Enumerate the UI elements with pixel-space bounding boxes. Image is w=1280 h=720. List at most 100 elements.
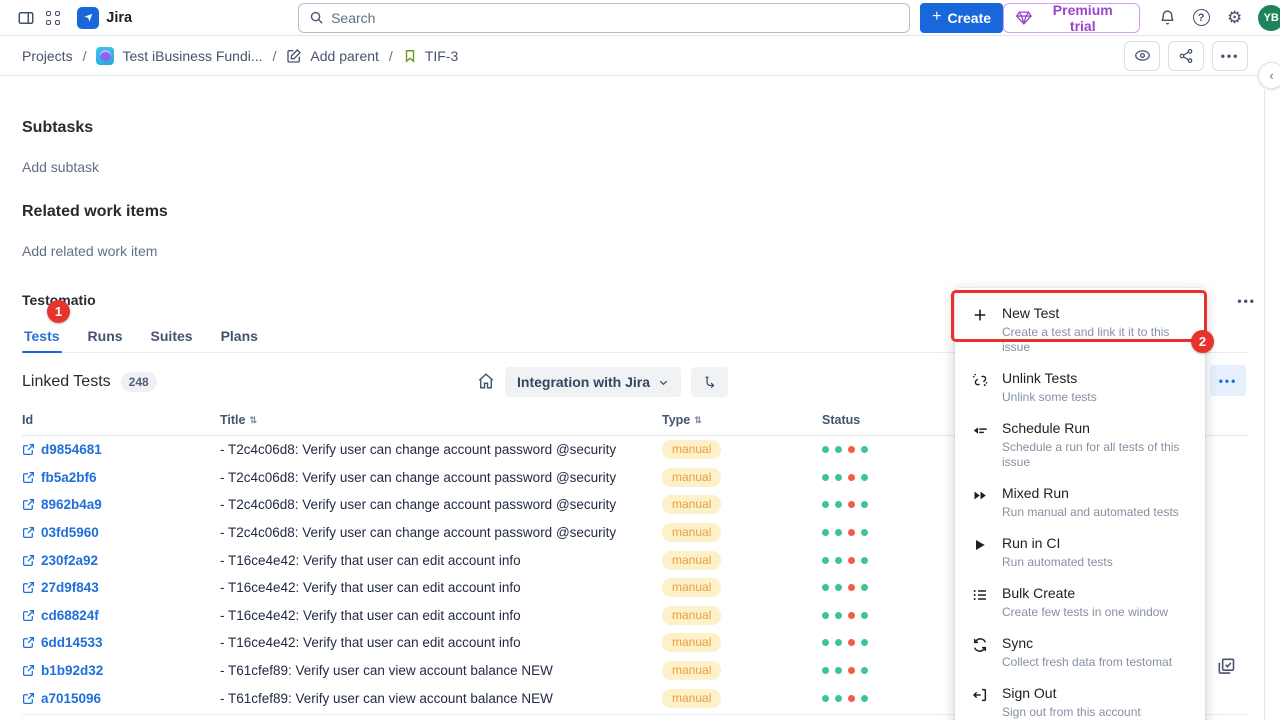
test-title: - T2c4c06d8: Verify user can change acco… <box>220 442 662 457</box>
tab-tests[interactable]: Tests <box>22 324 62 352</box>
external-link-icon <box>22 692 35 705</box>
status-dot-green <box>822 474 829 481</box>
test-id-link[interactable]: 03fd5960 <box>22 525 220 540</box>
menu-item-run-in-ci[interactable]: Run in CI Run automated tests <box>955 527 1205 577</box>
column-title[interactable]: Title⇅ <box>220 413 662 427</box>
tab-plans[interactable]: Plans <box>219 324 260 352</box>
gem-icon <box>1016 11 1032 25</box>
test-id-link[interactable]: b1b92d32 <box>22 663 220 678</box>
column-id[interactable]: Id <box>22 413 220 427</box>
breadcrumb-separator: / <box>83 48 87 64</box>
right-panel-divider <box>1264 90 1265 720</box>
external-link-icon <box>22 498 35 511</box>
sync-icon <box>971 637 989 670</box>
jira-logo[interactable]: ➤ Jira <box>77 7 132 29</box>
collapse-panel-chevron-icon[interactable]: ‹ <box>1258 62 1280 89</box>
premium-trial-label: Premium trial <box>1039 2 1127 34</box>
test-id-link[interactable]: fb5a2bf6 <box>22 470 220 485</box>
status-dot-red <box>848 529 855 536</box>
test-id-link[interactable]: 27d9f843 <box>22 580 220 595</box>
add-related-item-link[interactable]: Add related work item <box>22 243 1264 259</box>
status-dot-green <box>822 584 829 591</box>
tests-actions-menu-trigger[interactable]: ••• <box>1210 365 1246 396</box>
watch-eye-icon[interactable] <box>1124 41 1160 71</box>
nav-right-group: Premium trial ? ⚙ YB <box>1003 3 1270 33</box>
create-button-label: Create <box>947 10 991 26</box>
menu-item-sync[interactable]: Sync Collect fresh data from testomat <box>955 627 1205 677</box>
sort-icon: ⇅ <box>694 415 702 426</box>
user-avatar[interactable]: YB <box>1258 5 1280 31</box>
breadcrumb-project[interactable]: Test iBusiness Fundi... <box>122 48 262 64</box>
menu-item-title: Bulk Create <box>1002 585 1168 602</box>
test-title: - T16ce4e42: Verify that user can edit a… <box>220 608 662 623</box>
settings-gear-icon[interactable]: ⚙ <box>1221 4 1249 32</box>
ellipsis-glyph: ••• <box>1219 374 1238 388</box>
status-dot-green <box>861 474 868 481</box>
menu-item-subtitle: Sign out from this account <box>1002 705 1141 720</box>
test-title: - T16ce4e42: Verify that user can edit a… <box>220 553 662 568</box>
column-type[interactable]: Type⇅ <box>662 413 822 427</box>
menu-item-subtitle: Schedule a run for all tests of this iss… <box>1002 440 1189 470</box>
status-dot-green <box>861 529 868 536</box>
status-dot-red <box>848 557 855 564</box>
breadcrumb-issue-key[interactable]: TIF-3 <box>425 48 458 64</box>
search-input-wrapper[interactable] <box>298 3 910 33</box>
external-link-icon <box>22 609 35 622</box>
git-branch-icon[interactable] <box>691 367 728 397</box>
test-id-link[interactable]: d9854681 <box>22 442 220 457</box>
status-dot-green <box>835 667 842 674</box>
menu-item-subtitle: Run automated tests <box>1002 555 1113 570</box>
test-type-badge: manual <box>662 440 721 459</box>
test-id-text: 230f2a92 <box>41 553 98 568</box>
menu-item-title: Schedule Run <box>1002 420 1189 437</box>
share-icon[interactable] <box>1168 41 1204 71</box>
menu-item-unlink-tests[interactable]: Unlink Tests Unlink some tests <box>955 362 1205 412</box>
test-title: - T16ce4e42: Verify that user can edit a… <box>220 635 662 650</box>
test-id-text: 8962b4a9 <box>41 497 102 512</box>
add-subtask-link[interactable]: Add subtask <box>22 159 1264 175</box>
sidebar-toggle-icon[interactable] <box>12 4 40 32</box>
menu-item-title: Mixed Run <box>1002 485 1179 502</box>
menu-item-bulk-create[interactable]: Bulk Create Create few tests in one wind… <box>955 577 1205 627</box>
tab-suites[interactable]: Suites <box>149 324 195 352</box>
menu-item-mixed-run[interactable]: Mixed Run Run manual and automated tests <box>955 477 1205 527</box>
search-input[interactable] <box>331 10 899 26</box>
app-name: Jira <box>106 10 132 26</box>
ellipsis-glyph: ••• <box>1221 49 1240 63</box>
app-grid-glyph <box>46 11 60 25</box>
menu-item-new-test[interactable]: New Test Create a test and link it it to… <box>955 297 1205 362</box>
testomatio-more-icon[interactable]: ••• <box>1237 293 1256 308</box>
status-dot-red <box>848 639 855 646</box>
test-id-link[interactable]: cd68824f <box>22 608 220 623</box>
test-title: - T16ce4e42: Verify that user can edit a… <box>220 580 662 595</box>
test-id-link[interactable]: a7015096 <box>22 691 220 706</box>
external-link-icon <box>22 636 35 649</box>
menu-item-title: Run in CI <box>1002 535 1113 552</box>
add-parent-link[interactable]: Add parent <box>310 48 379 64</box>
menu-item-sign-out[interactable]: Sign Out Sign out from this account <box>955 677 1205 720</box>
help-icon[interactable]: ? <box>1187 4 1215 32</box>
status-dot-green <box>861 557 868 564</box>
tasks-checklist-icon[interactable] <box>1216 656 1236 679</box>
test-type-badge: manual <box>662 689 721 708</box>
tab-runs[interactable]: Runs <box>86 324 125 352</box>
test-id-link[interactable]: 230f2a92 <box>22 553 220 568</box>
branch-selector-dropdown[interactable]: Integration with Jira <box>505 367 681 397</box>
breadcrumb-projects[interactable]: Projects <box>22 48 73 64</box>
create-button[interactable]: + Create <box>920 3 1003 33</box>
status-dot-green <box>861 584 868 591</box>
notifications-bell-icon[interactable] <box>1154 4 1182 32</box>
status-dot-green <box>835 584 842 591</box>
test-type-badge: manual <box>662 578 721 597</box>
more-actions-icon[interactable]: ••• <box>1212 41 1248 71</box>
home-icon[interactable] <box>477 372 495 393</box>
status-dot-green <box>861 695 868 702</box>
sign-out-icon <box>971 687 989 720</box>
app-switcher-icon[interactable] <box>40 4 68 32</box>
plus-icon: + <box>932 8 941 26</box>
edit-icon <box>286 48 302 64</box>
test-id-link[interactable]: 8962b4a9 <box>22 497 220 512</box>
premium-trial-button[interactable]: Premium trial <box>1003 3 1140 33</box>
test-id-link[interactable]: 6dd14533 <box>22 635 220 650</box>
menu-item-schedule-run[interactable]: Schedule Run Schedule a run for all test… <box>955 412 1205 477</box>
